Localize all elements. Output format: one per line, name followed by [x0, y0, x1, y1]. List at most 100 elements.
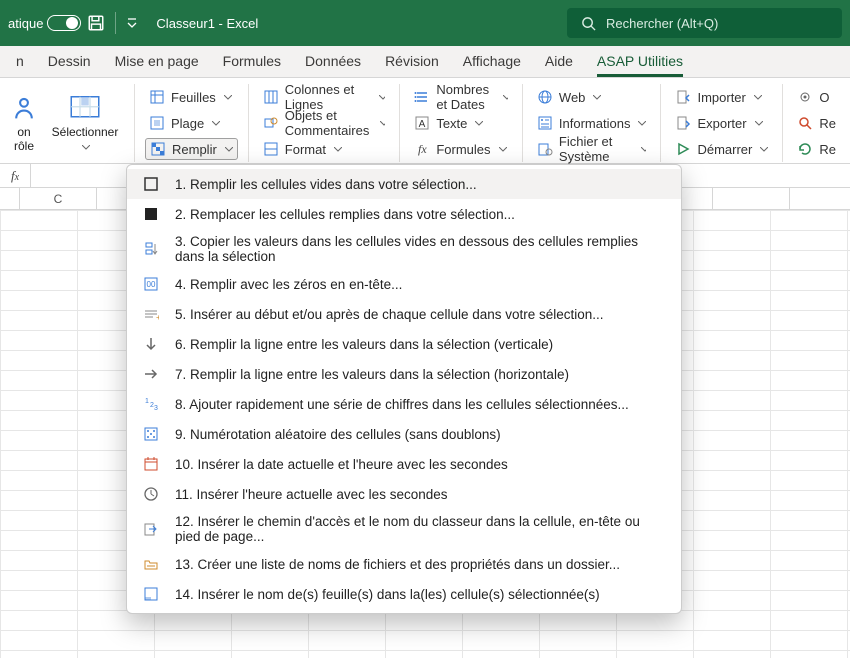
demarrer-button[interactable]: Démarrer: [671, 138, 772, 160]
menu-item-8[interactable]: 123 8. Ajouter rapidement une série de c…: [127, 389, 681, 419]
fx-icon: fx: [414, 141, 430, 157]
date-icon: [141, 454, 161, 474]
tab-affichage[interactable]: Affichage: [451, 47, 533, 77]
control-big0[interactable]: onrôle: [10, 84, 38, 162]
zeros-icon: 00: [141, 274, 161, 294]
chevron-down-icon: [754, 95, 762, 100]
info-icon: [537, 115, 553, 131]
columns-icon: [263, 89, 279, 105]
chevron-down-icon: [334, 147, 342, 152]
menu-item-14[interactable]: 14. Insérer le nom de(s) feuille(s) dans…: [127, 579, 681, 609]
chevron-down-icon: [755, 121, 763, 126]
folder-list-icon: [141, 554, 161, 574]
chevron-down-icon: [499, 147, 507, 152]
menu-item-6[interactable]: 6. Remplir la ligne entre les valeurs da…: [127, 329, 681, 359]
autosave-toggle[interactable]: [47, 15, 81, 31]
format-icon: [263, 141, 279, 157]
numbers-icon: [414, 89, 430, 105]
range-icon: [149, 115, 165, 131]
menu-item-11[interactable]: 11. Insérer l'heure actuelle avec les se…: [127, 479, 681, 509]
menu-item-4[interactable]: 00 4. Remplir avec les zéros en en-tête.…: [127, 269, 681, 299]
globe-icon: [537, 89, 553, 105]
nombres-dates-button[interactable]: Nombres et Dates: [410, 86, 512, 108]
tab-donnees[interactable]: Données: [293, 47, 373, 77]
svg-text:+: +: [156, 313, 159, 322]
feuilles-button[interactable]: Feuilles: [145, 86, 238, 108]
tab-mise-en-page[interactable]: Mise en page: [103, 47, 211, 77]
web-button[interactable]: Web: [533, 86, 651, 108]
colonnes-lignes-button[interactable]: Colonnes et Lignes: [259, 86, 390, 108]
menu-item-1[interactable]: 1. Remplir les cellules vides dans votre…: [127, 169, 681, 199]
chevron-down-icon: [225, 147, 233, 152]
copy-down-icon: [141, 239, 161, 259]
texte-button[interactable]: A Texte: [410, 112, 512, 134]
search-icon: [797, 115, 813, 131]
window-title: Classeur1 - Excel: [156, 16, 258, 31]
tab-aide[interactable]: Aide: [533, 47, 585, 77]
reload-button[interactable]: Re: [793, 138, 840, 160]
system-icon: [537, 141, 553, 157]
gear-icon: [797, 89, 813, 105]
save-button[interactable]: [87, 14, 105, 32]
search-placeholder: Rechercher (Alt+Q): [606, 16, 718, 31]
export-icon: [675, 115, 691, 131]
tab-dessin[interactable]: Dessin: [36, 47, 103, 77]
text-icon: A: [414, 115, 430, 131]
exporter-button[interactable]: Exporter: [671, 112, 772, 134]
tab-formules[interactable]: Formules: [211, 47, 293, 77]
play-icon: [675, 141, 691, 157]
tab-partial[interactable]: n: [4, 47, 36, 77]
svg-text:3: 3: [154, 405, 158, 412]
importer-button[interactable]: Importer: [671, 86, 772, 108]
qat-customize[interactable]: [126, 17, 138, 29]
format-button[interactable]: Format: [259, 138, 390, 160]
ribbon-tabs: n Dessin Mise en page Formules Données R…: [0, 46, 850, 78]
informations-button[interactable]: Informations: [533, 112, 651, 134]
menu-item-10[interactable]: 10. Insérer la date actuelle et l'heure …: [127, 449, 681, 479]
remplir-menu: 1. Remplir les cellules vides dans votre…: [126, 164, 682, 614]
sheet-icon: [149, 89, 165, 105]
autosave-label: atique: [8, 16, 43, 31]
objets-commentaires-button[interactable]: Objets et Commentaires: [259, 112, 390, 134]
menu-item-13[interactable]: 13. Créer une liste de noms de fichiers …: [127, 549, 681, 579]
title-bar: atique Classeur1 - Excel Rechercher (Alt…: [0, 0, 850, 46]
col-header[interactable]: C: [20, 188, 97, 209]
search-icon: [581, 16, 596, 31]
formules-button[interactable]: fx Formules: [410, 138, 512, 160]
path-icon: [141, 519, 161, 539]
chevron-down-icon: [475, 121, 483, 126]
chevron-down-icon: [82, 145, 90, 150]
menu-item-2[interactable]: 2. Remplacer les cellules remplies dans …: [127, 199, 681, 229]
chevron-down-icon: [379, 95, 385, 100]
fill-down-icon: [141, 334, 161, 354]
svg-text:1: 1: [145, 398, 149, 405]
search-box[interactable]: Rechercher (Alt+Q): [567, 8, 842, 38]
svg-text:00: 00: [147, 280, 156, 289]
menu-item-3[interactable]: 3. Copier les valeurs dans les cellules …: [127, 229, 681, 269]
fx-label[interactable]: fx: [0, 168, 30, 184]
menu-item-12[interactable]: 12. Insérer le chemin d'accès et le nom …: [127, 509, 681, 549]
fill-right-icon: [141, 364, 161, 384]
random-icon: [141, 424, 161, 444]
clock-icon: [141, 484, 161, 504]
filled-square-icon: [141, 204, 161, 224]
col-header[interactable]: [713, 188, 790, 209]
plage-button[interactable]: Plage: [145, 112, 238, 134]
remplir-button[interactable]: Remplir: [145, 138, 238, 160]
search-util-button[interactable]: Re: [793, 112, 840, 134]
selectionner-button[interactable]: Sélectionner: [46, 84, 124, 162]
chevron-down-icon: [760, 147, 768, 152]
tab-revision[interactable]: Révision: [373, 47, 451, 77]
chevron-down-icon: [224, 95, 232, 100]
tab-asap-utilities[interactable]: ASAP Utilities: [585, 47, 695, 77]
options-button[interactable]: O: [793, 86, 840, 108]
refresh-icon: [797, 141, 813, 157]
menu-item-9[interactable]: 9. Numérotation aléatoire des cellules (…: [127, 419, 681, 449]
menu-item-7[interactable]: 7. Remplir la ligne entre les valeurs da…: [127, 359, 681, 389]
import-icon: [675, 89, 691, 105]
fichier-systeme-button[interactable]: Fichier et Système: [533, 138, 651, 160]
objects-icon: [263, 115, 279, 131]
fill-icon: [150, 141, 166, 157]
menu-item-5[interactable]: + 5. Insérer au début et/ou après de cha…: [127, 299, 681, 329]
chevron-down-icon: [503, 95, 508, 100]
